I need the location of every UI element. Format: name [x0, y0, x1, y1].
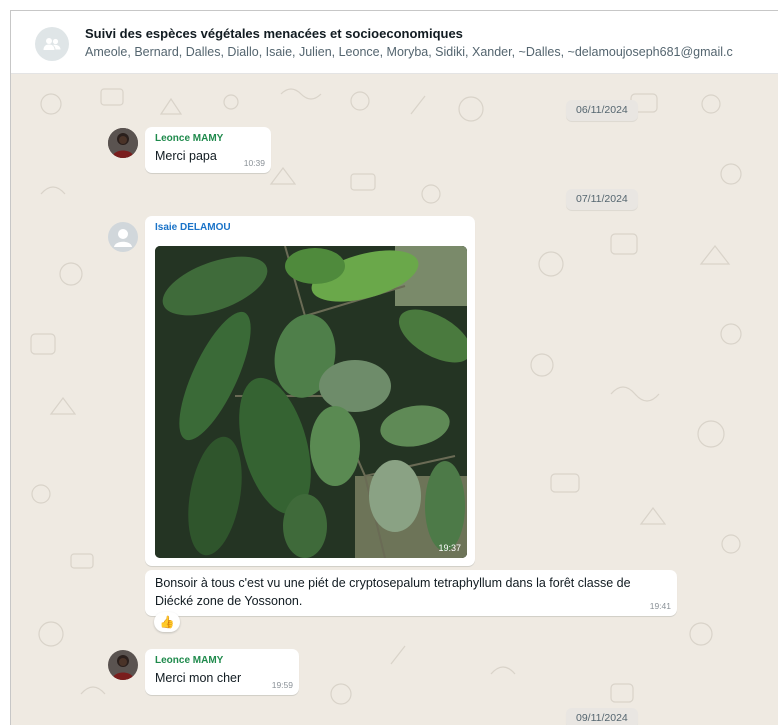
group-title[interactable]: Suivi des espèces végétales menacées et … — [85, 26, 463, 41]
avatar-leonce[interactable] — [108, 650, 138, 680]
chat-header[interactable]: Suivi des espèces végétales menacées et … — [11, 11, 778, 74]
message-text-line2: Diécké zone de Yossonon. — [155, 594, 303, 608]
image-time: 19:37 — [438, 543, 461, 553]
sender-name[interactable]: Leonce MAMY — [155, 655, 223, 666]
message-text: Merci papa — [155, 149, 217, 163]
avatar-default[interactable] — [108, 222, 138, 252]
sender-name[interactable]: Isaie DELAMOU — [155, 222, 231, 233]
group-people-icon — [43, 38, 61, 50]
message-time: 19:59 — [271, 680, 293, 690]
plant-photo[interactable]: 19:37 — [155, 246, 467, 558]
date-divider: 06/11/2024 — [566, 100, 638, 121]
message-text-line1: Bonsoir à tous c'est vu une piét de cryp… — [155, 576, 631, 590]
leaf-photo-image — [155, 246, 467, 558]
chat-window: Suivi des espèces végétales menacées et … — [10, 10, 778, 725]
date-divider: 07/11/2024 — [566, 189, 638, 210]
sender-name[interactable]: Leonce MAMY — [155, 133, 223, 144]
date-divider: 09/11/2024 — [566, 708, 638, 725]
message-time: 10:39 — [243, 158, 265, 168]
group-members-list[interactable]: Ameole, Bernard, Dalles, Diallo, Isaie, … — [85, 45, 733, 59]
message-bubble[interactable]: Bonsoir à tous c'est vu une piét de cryp… — [145, 570, 677, 616]
profile-photo-icon — [108, 128, 138, 158]
reaction-thumbs-up[interactable]: 👍 — [154, 612, 180, 632]
message-bubble[interactable]: Leonce MAMY Merci papa 10:39 — [145, 127, 271, 173]
message-area[interactable]: 06/11/2024 Leonce MAMY Merci papa 10:39 … — [11, 74, 778, 725]
avatar-leonce[interactable] — [108, 128, 138, 158]
image-message-bubble[interactable]: Isaie DELAMOU 19:37 — [145, 216, 475, 566]
person-icon — [114, 229, 132, 247]
message-bubble[interactable]: Leonce MAMY Merci mon cher 19:59 — [145, 649, 299, 695]
profile-photo-icon — [108, 650, 138, 680]
message-time: 19:41 — [649, 601, 671, 611]
message-text: Merci mon cher — [155, 671, 242, 685]
group-avatar[interactable] — [35, 27, 69, 61]
